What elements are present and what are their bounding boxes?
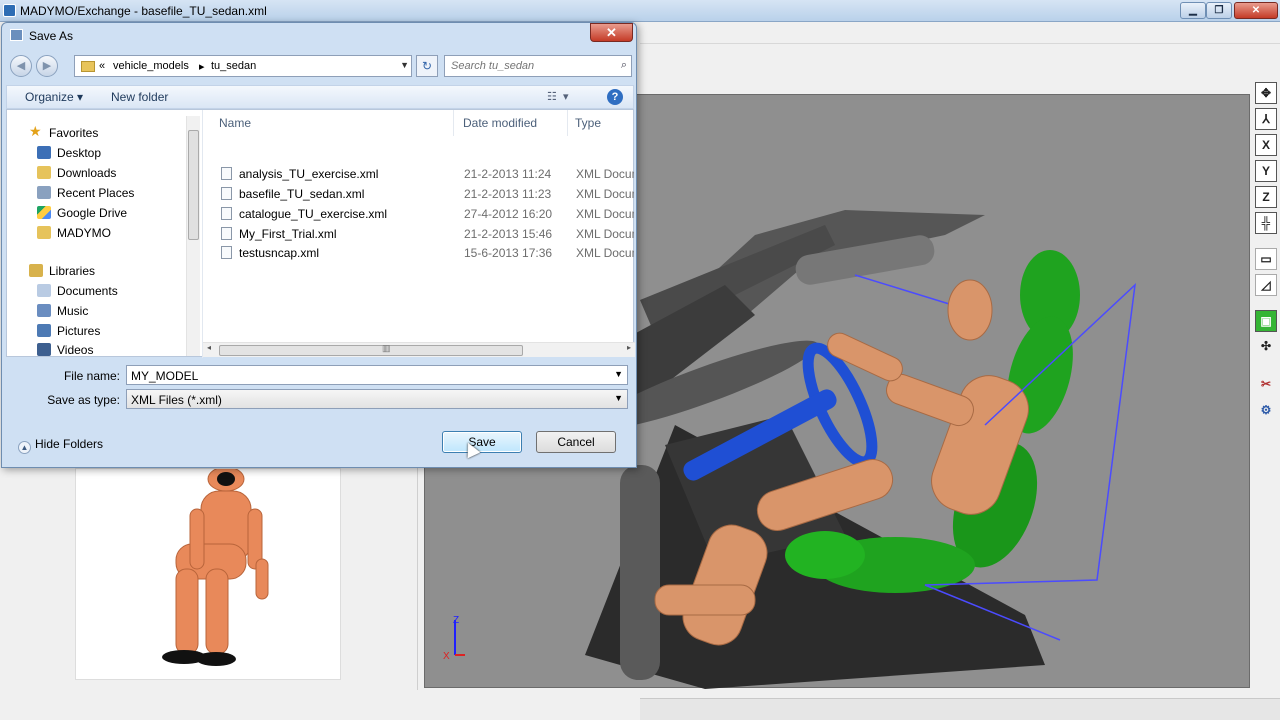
view-y-icon[interactable]: Y (1255, 160, 1277, 182)
file-row[interactable]: basefile_TU_sedan.xml 21-2-2013 11:23 XM… (217, 184, 637, 203)
navigation-row: ◀ ▶ « vehicle_models ▸ tu_sedan ▼ ↻ ⌕ (6, 53, 636, 79)
minimize-button[interactable]: ▁ (1180, 2, 1206, 19)
search-input[interactable] (449, 58, 609, 74)
column-date-header[interactable]: Date modified (463, 116, 537, 130)
column-type-header[interactable]: Type (575, 116, 601, 130)
file-row[interactable]: catalogue_TU_exercise.xml 27-4-2012 16:2… (217, 204, 637, 223)
folder-icon (81, 61, 95, 72)
forward-icon[interactable]: ▶ (36, 55, 58, 77)
scroll-right-icon[interactable]: ▸ (627, 343, 631, 352)
filename-label: File name: (63, 369, 120, 383)
file-row[interactable]: testusncap.xml 15-6-2013 17:36 XML Docum (217, 243, 637, 262)
nav-scrollbar-thumb[interactable] (188, 130, 199, 240)
column-name-header[interactable]: Name (219, 116, 251, 130)
google-drive-icon (37, 206, 51, 219)
xml-file-icon (221, 207, 232, 220)
pictures-icon (37, 324, 51, 337)
search-box[interactable]: ⌕ (444, 55, 632, 77)
file-row[interactable]: analysis_TU_exercise.xml 21-2-2013 11:24… (217, 164, 637, 183)
nav-scrollbar[interactable] (186, 116, 200, 356)
search-icon: ⌕ (620, 59, 627, 71)
organize-menu[interactable]: Organize ▾ (25, 90, 83, 104)
address-dropdown-icon[interactable]: ▼ (400, 60, 409, 70)
settings-icon[interactable]: ⚙ (1255, 400, 1277, 422)
filename-value[interactable]: MY_MODEL (131, 369, 198, 383)
desktop-icon (37, 146, 51, 159)
dummy-preview (75, 466, 341, 680)
view-toolbar: ✥ ⅄ X Y Z ╬ ▭ ◿ ▣ ✣ ✂ ⚙ (1252, 78, 1280, 438)
breadcrumb-separator-icon: ▸ (199, 61, 205, 73)
save-button[interactable]: Save (442, 431, 522, 453)
savetype-label: Save as type: (47, 393, 120, 407)
recent-places-icon (37, 186, 51, 199)
file-row[interactable]: My_First_Trial.xml 21-2-2013 15:46 XML D… (217, 224, 637, 243)
videos-icon (37, 343, 51, 356)
status-bar (640, 698, 1280, 720)
isometric-view-icon[interactable]: ⅄ (1255, 108, 1277, 130)
madymo-folder-icon (37, 226, 51, 239)
fit-view-icon[interactable]: ✥ (1255, 82, 1277, 104)
xml-file-icon (221, 246, 232, 259)
move-icon[interactable]: ✣ (1255, 336, 1277, 358)
file-list-hscrollbar[interactable]: ◂ ▥ ▸ (203, 342, 635, 357)
breadcrumb-prefix[interactable]: « (99, 60, 105, 72)
grid-icon[interactable]: ╬ (1255, 212, 1277, 234)
xml-file-icon (221, 187, 232, 200)
dialog-titlebar: Save As ✕ (2, 23, 636, 47)
breadcrumb-tu-sedan[interactable]: tu_sedan (211, 60, 256, 72)
close-window-button[interactable]: ✕ (1234, 2, 1278, 19)
savetype-select[interactable]: XML Files (*.xml) ▼ (126, 389, 628, 409)
main-titlebar: MADYMO/Exchange - basefile_TU_sedan.xml … (0, 0, 1280, 22)
back-icon[interactable]: ◀ (10, 55, 32, 77)
address-bar[interactable]: « vehicle_models ▸ tu_sedan ▼ (74, 55, 412, 77)
savetype-dropdown-icon[interactable]: ▼ (614, 393, 623, 403)
star-icon: ★ (29, 123, 42, 139)
axis-label-z: Z (453, 615, 459, 626)
main-toolbar (640, 22, 1280, 44)
file-list: Name Date modified Type analysis_TU_exer… (203, 110, 634, 358)
breadcrumb-vehicle-models[interactable]: vehicle_models (113, 60, 189, 72)
maximize-button[interactable]: ❐ (1206, 2, 1232, 19)
axis-label-x: X (443, 651, 450, 662)
cancel-button[interactable]: Cancel (536, 431, 616, 453)
chevron-up-icon: ▲ (18, 441, 31, 454)
help-icon[interactable]: ? (607, 89, 623, 105)
downloads-icon (37, 166, 51, 179)
filename-field[interactable]: MY_MODEL ▼ (126, 365, 628, 385)
scroll-left-icon[interactable]: ◂ (207, 343, 211, 352)
refresh-icon[interactable]: ↻ (416, 55, 438, 77)
hscrollbar-thumb[interactable]: ▥ (219, 343, 523, 356)
command-bar: Organize ▾ New folder ☷ ▾ ? (6, 85, 634, 109)
new-folder-button[interactable]: New folder (111, 90, 168, 104)
dialog-title: Save As (29, 29, 74, 43)
xml-file-icon (221, 167, 232, 180)
filename-dropdown-icon[interactable]: ▼ (614, 369, 623, 379)
navigation-pane: ★ Favorites Desktop Downloads Recent Pla… (7, 110, 203, 358)
change-view-icon[interactable]: ☷ ▾ (547, 90, 569, 103)
ruler-icon[interactable]: ▭ (1255, 248, 1277, 270)
save-as-icon (10, 29, 23, 41)
window-title: MADYMO/Exchange - basefile_TU_sedan.xml (20, 4, 267, 18)
view-z-icon[interactable]: Z (1255, 186, 1277, 208)
solid-shading-icon[interactable]: ▣ (1255, 310, 1277, 332)
app-icon (3, 4, 16, 17)
savetype-value: XML Files (*.xml) (131, 393, 222, 407)
hide-folders-label: Hide Folders (35, 437, 104, 451)
save-as-dialog: Save As ✕ ◀ ▶ « vehicle_models ▸ tu_seda… (1, 22, 637, 468)
angle-icon[interactable]: ◿ (1255, 274, 1277, 296)
xml-file-icon (221, 227, 232, 240)
dialog-close-button[interactable]: ✕ (590, 23, 633, 42)
column-divider (453, 110, 454, 136)
hide-folders-toggle[interactable]: ▲ Hide Folders (18, 437, 103, 454)
view-x-icon[interactable]: X (1255, 134, 1277, 156)
music-icon (37, 304, 51, 317)
column-divider (567, 110, 568, 136)
tools-icon[interactable]: ✂ (1255, 374, 1277, 396)
libraries-icon (29, 264, 43, 277)
dialog-body: ★ Favorites Desktop Downloads Recent Pla… (6, 109, 635, 358)
dummy-preview-figure (162, 466, 269, 666)
documents-icon (37, 284, 51, 297)
